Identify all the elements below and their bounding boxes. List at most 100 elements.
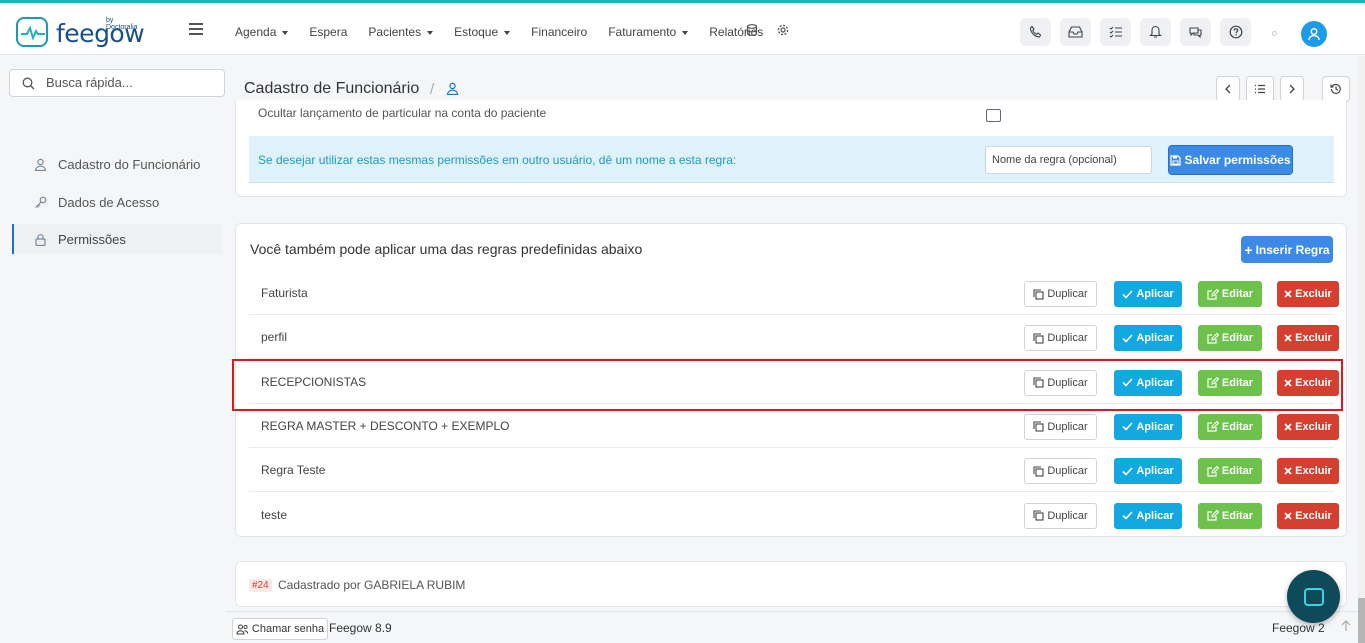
check-icon [1122, 422, 1133, 432]
duplicate-rule-button[interactable]: Duplicar [1024, 325, 1097, 352]
registered-by-text: Cadastrado por GABRIELA RUBIM [278, 578, 466, 592]
floating-support-button[interactable] [1287, 570, 1340, 623]
user-avatar[interactable] [1301, 21, 1327, 47]
apply-rule-button[interactable]: Aplicar [1114, 458, 1182, 485]
apply-rule-button[interactable]: Aplicar [1114, 325, 1182, 352]
sidebar-item-cadastro[interactable]: Cadastro do Funcionário [12, 149, 222, 179]
rule-name-input[interactable] [985, 146, 1152, 174]
chat-icon[interactable] [1180, 18, 1211, 46]
record-id-badge: #24 [249, 579, 272, 592]
duplicate-rule-button[interactable]: Duplicar [1024, 502, 1097, 529]
edit-rule-button[interactable]: Editar [1198, 413, 1262, 440]
scrollbar-thumb[interactable] [1358, 598, 1365, 643]
nav-espera[interactable]: Espera [309, 25, 347, 39]
sidebar: Cadastro do Funcionário Dados de Acesso … [0, 56, 234, 643]
main-nav: Agenda Espera Pacientes Estoque Financei… [235, 25, 784, 39]
copy-icon [1033, 288, 1044, 300]
duplicate-label: Duplicar [1047, 288, 1088, 300]
apply-rule-button[interactable]: Aplicar [1114, 502, 1182, 529]
rule-name: teste [261, 507, 288, 522]
record-list-button[interactable] [1246, 76, 1274, 102]
close-icon [1284, 334, 1292, 342]
save-rule-info-text: Se desejar utilizar estas mesmas permiss… [258, 153, 737, 167]
apply-label: Aplicar [1136, 509, 1174, 522]
inbox-icon[interactable] [1060, 18, 1091, 46]
next-record-button[interactable] [1280, 76, 1304, 102]
edit-icon [1207, 465, 1219, 477]
edit-rule-button[interactable]: Editar [1198, 325, 1262, 352]
call-password-button[interactable]: Chamar senha [232, 618, 328, 640]
duplicate-label: Duplicar [1047, 420, 1088, 433]
history-icon [1330, 83, 1341, 95]
task-list-icon[interactable] [1100, 18, 1131, 46]
user-icon [1308, 28, 1320, 41]
nav-estoque[interactable]: Estoque [454, 25, 511, 39]
nav-pacientes[interactable]: Pacientes [368, 25, 434, 39]
delete-rule-button[interactable]: Excluir [1277, 413, 1339, 440]
lock-icon [35, 233, 46, 246]
nav-faturamento[interactable]: Faturamento [608, 25, 689, 39]
apply-rule-button[interactable]: Aplicar [1114, 413, 1182, 440]
edit-label: Editar [1221, 465, 1254, 478]
menu-toggle-icon[interactable] [189, 23, 203, 35]
edit-icon [1207, 421, 1219, 432]
check-icon [1122, 334, 1133, 343]
edit-rule-button[interactable]: Editar [1198, 281, 1262, 307]
save-permissions-button[interactable]: Salvar permissões [1168, 145, 1293, 175]
edit-rule-button[interactable]: Editar [1198, 502, 1262, 529]
sidebar-item-label: Permissões [58, 231, 126, 247]
apply-label: Aplicar [1136, 420, 1174, 433]
nav-pacientes-label: Pacientes [368, 25, 422, 39]
delete-rule-button[interactable]: Excluir [1277, 502, 1339, 529]
sidebar-item-permissoes[interactable]: Permissões [12, 224, 222, 254]
copy-icon [1033, 466, 1044, 477]
rule-name: perfil [261, 330, 288, 345]
duplicate-rule-button[interactable]: Duplicar [1024, 413, 1097, 440]
key-icon [35, 196, 47, 208]
duplicate-rule-button[interactable]: Duplicar [1024, 458, 1097, 485]
chevron-down-icon [282, 30, 289, 35]
rule-row: Regra Teste Duplicar Aplicar Editar Excluir [249, 448, 1339, 493]
delete-rule-button[interactable]: Excluir [1277, 458, 1339, 485]
bell-icon[interactable] [1140, 18, 1171, 46]
duplicate-rule-button[interactable]: Duplicar [1024, 281, 1097, 307]
close-icon [1284, 511, 1292, 520]
nav-faturamento-label: Faturamento [608, 25, 677, 39]
history-button[interactable] [1322, 76, 1350, 102]
sidebar-item-label: Cadastro do Funcionário [58, 156, 201, 172]
nav-financeiro[interactable]: Financeiro [531, 25, 587, 39]
previous-record-button[interactable] [1216, 76, 1240, 102]
version-right: Feegow 2 [1272, 621, 1325, 635]
close-icon [1284, 467, 1292, 475]
rule-name: Faturista [261, 286, 308, 300]
rule-row: Faturista Duplicar Aplicar Editar Excluir [249, 271, 1339, 315]
hidden-option-checkbox[interactable] [986, 109, 1001, 122]
search-input[interactable] [46, 75, 216, 90]
sidebar-item-dados-acesso[interactable]: Dados de Acesso [12, 187, 222, 217]
phone-icon[interactable] [1020, 18, 1051, 46]
delete-rule-button[interactable]: Excluir [1277, 325, 1339, 352]
arrow-up-icon[interactable] [1340, 620, 1352, 632]
feegow-logo[interactable]: feegow by Doctoralia [16, 15, 146, 51]
logo-byline: by Doctoralia [106, 17, 138, 31]
delete-rule-button[interactable]: Excluir [1277, 281, 1339, 307]
edit-label: Editar [1221, 332, 1254, 345]
page-scrollbar[interactable] [1358, 56, 1365, 643]
edit-label: Editar [1221, 288, 1254, 300]
edit-rule-button[interactable]: Editar [1198, 458, 1262, 485]
edit-icon [1207, 510, 1219, 521]
insert-rule-button[interactable]: + Inserir Regra [1241, 236, 1333, 263]
top-action-icons [1020, 18, 1251, 46]
duplicate-label: Duplicar [1047, 509, 1088, 522]
help-icon[interactable] [1220, 18, 1251, 46]
apply-rule-button[interactable]: Aplicar [1114, 281, 1182, 307]
database-icon[interactable] [746, 24, 758, 36]
gear-icon[interactable] [777, 24, 789, 36]
quick-search [9, 69, 225, 97]
user-icon [34, 158, 47, 171]
apply-label: Aplicar [1136, 288, 1174, 300]
nav-agenda[interactable]: Agenda [235, 25, 289, 39]
user-icon [446, 82, 459, 95]
search-icon [22, 77, 35, 90]
save-permissions-label: Salvar permissões [1184, 153, 1291, 167]
